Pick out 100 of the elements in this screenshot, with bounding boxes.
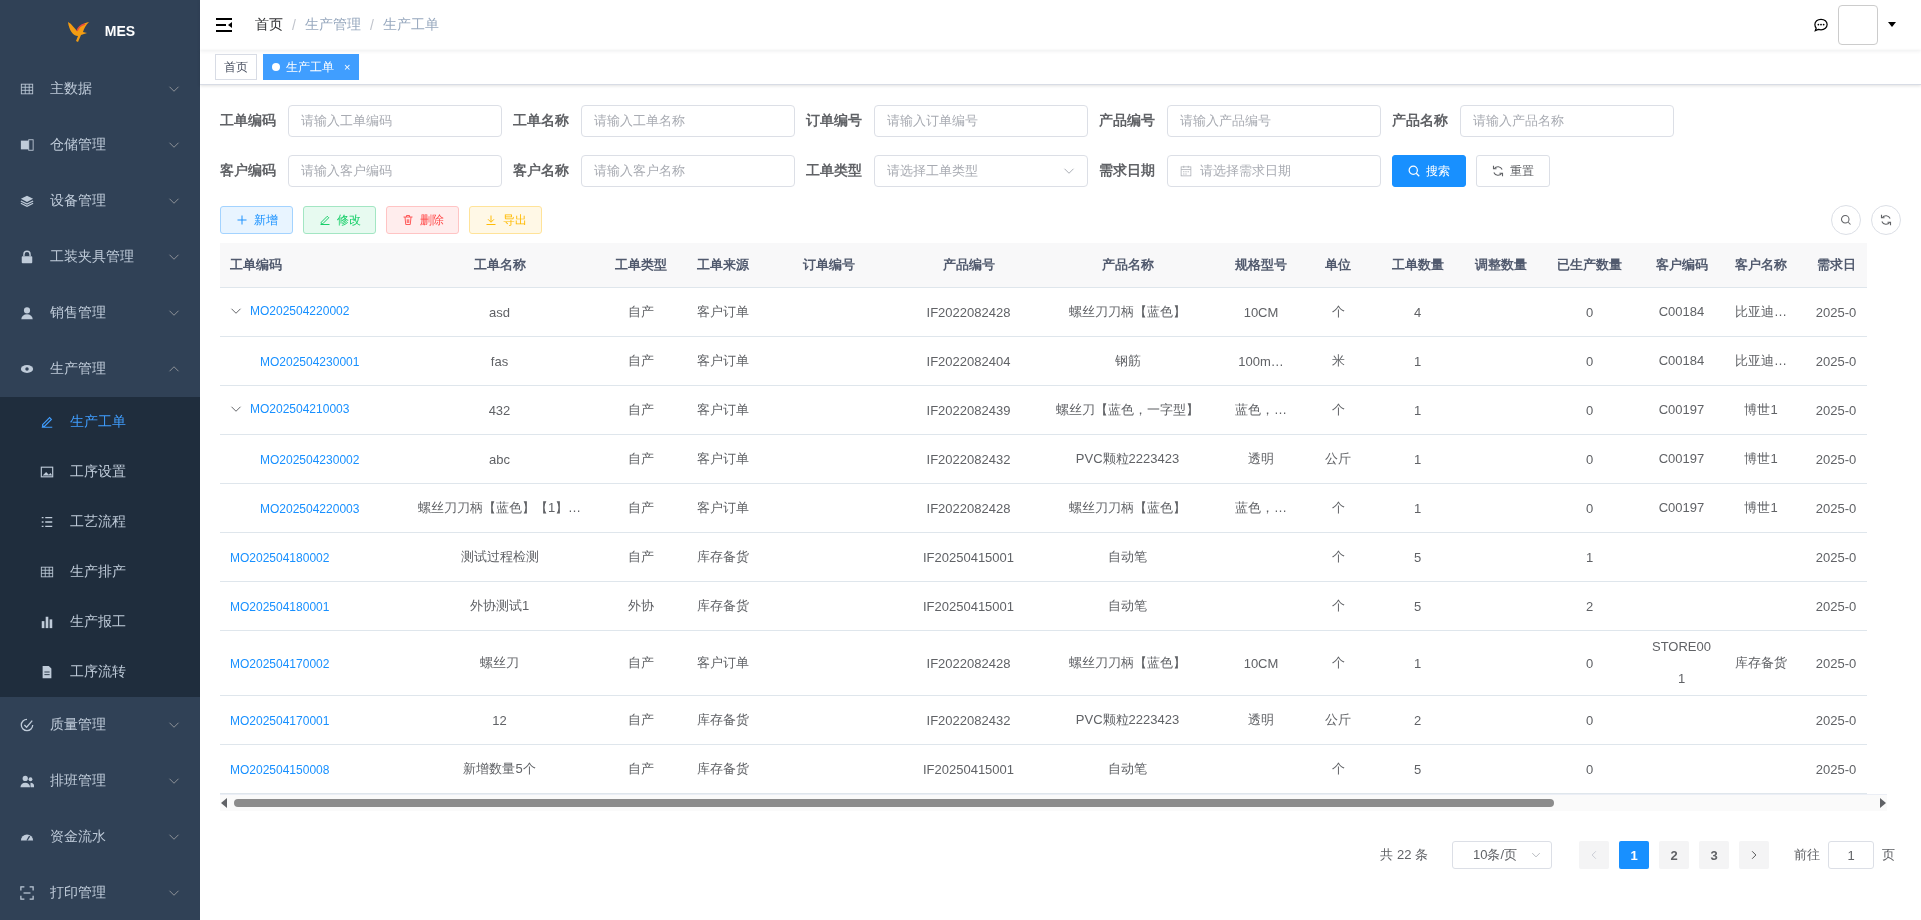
search-toggle-button[interactable] [1831, 205, 1861, 235]
menu-item[interactable]: 主数据 [0, 61, 200, 117]
submenu-item[interactable]: 生产报工 [0, 597, 200, 647]
input-field[interactable]: 请输入客户名称 [581, 155, 795, 187]
table-cell: 2 [1413, 712, 1422, 728]
input-field[interactable]: 请输入工单名称 [581, 105, 795, 137]
table-cell: 个 [1331, 761, 1345, 776]
edit-button[interactable]: 修改 [303, 206, 376, 234]
order-link[interactable]: MO202504210003 [250, 402, 350, 416]
table-cell: 0 [1585, 712, 1594, 728]
table-cell: 自产 [627, 304, 654, 319]
page-size-select[interactable]: 10条/页 [1452, 841, 1552, 869]
column-header: 订单编号 [764, 243, 894, 288]
reset-button[interactable]: 重置 [1476, 155, 1550, 187]
date-field[interactable]: 请选择需求日期 [1167, 155, 1381, 187]
delete-button[interactable]: 删除 [386, 206, 459, 234]
menu-item[interactable]: 工装夹具管理 [0, 229, 200, 285]
field-label: 工单名称 [513, 112, 570, 130]
menu-item[interactable]: 排班管理 [0, 753, 200, 809]
scroll-right-icon[interactable] [1879, 798, 1887, 808]
order-link[interactable]: MO202504170001 [230, 713, 330, 728]
table-cell: 4 [1413, 304, 1422, 320]
input-field[interactable]: 请输入客户编码 [288, 155, 502, 187]
table-cell: 螺丝刀【蓝色，一字型】 [1056, 402, 1199, 417]
chat-icon[interactable] [1814, 18, 1828, 32]
field-label: 工单编码 [220, 112, 277, 130]
table-cell: 螺丝刀刀柄【蓝色】【1】… [417, 500, 582, 515]
table-cell: 蓝色，… [1235, 500, 1287, 515]
table-cell: 自动笔 [1108, 761, 1147, 776]
table-cell: 钢筋 [1114, 353, 1141, 368]
column-header: 需求日 [1805, 243, 1867, 288]
order-link[interactable]: MO202504180002 [230, 550, 330, 565]
table-cell: 0 [1585, 500, 1594, 516]
caret-icon[interactable] [1888, 22, 1896, 28]
table-cell: IF2022082428 [926, 304, 1011, 320]
table-cell: 个 [1331, 304, 1345, 319]
page-number[interactable]: 3 [1699, 841, 1729, 869]
app-title: MES [104, 22, 136, 39]
table-cell: 1 [1413, 353, 1422, 369]
submenu-item[interactable]: 工序设置 [0, 447, 200, 497]
menu-item[interactable]: 资金流水 [0, 809, 200, 865]
table-cell: 2025-0 [1815, 655, 1857, 671]
breadcrumb-link[interactable]: 首页 [255, 16, 283, 34]
input-field[interactable]: 请输入产品编号 [1167, 105, 1381, 137]
column-header: 工单来源 [681, 243, 764, 288]
table-cell: 外协测试1 [469, 598, 530, 613]
input-field[interactable]: 请输入工单编码 [288, 105, 502, 137]
submenu-item[interactable]: 工序流转 [0, 647, 200, 697]
page-input[interactable]: 1 [1828, 841, 1874, 869]
refresh-button[interactable] [1871, 205, 1901, 235]
download-icon [484, 214, 497, 226]
menu-item[interactable]: 质量管理 [0, 697, 200, 753]
order-link[interactable]: MO202504230002 [260, 452, 360, 467]
menu-item[interactable]: 设备管理 [0, 173, 200, 229]
column-header: 工单编码 [220, 243, 399, 288]
order-link[interactable]: MO202504220003 [260, 501, 360, 516]
table-cell: 5 [1413, 598, 1422, 614]
close-icon[interactable]: × [344, 61, 351, 73]
add-button[interactable]: 新增 [220, 206, 293, 234]
horizontal-scrollbar[interactable] [220, 794, 1887, 811]
chevron-icon [1531, 850, 1541, 860]
page-number[interactable]: 2 [1659, 841, 1689, 869]
submenu-item[interactable]: 生产工单 [0, 397, 200, 447]
order-link[interactable]: MO202504220002 [250, 304, 350, 318]
menu-item[interactable]: 销售管理 [0, 285, 200, 341]
table-cell: 米 [1331, 353, 1345, 368]
table-cell: 个 [1331, 655, 1345, 670]
page-number[interactable]: 1 [1619, 841, 1649, 869]
order-link[interactable]: MO202504150008 [230, 762, 330, 777]
table-cell: 2025-0 [1815, 402, 1857, 418]
tab[interactable]: 首页 [215, 54, 257, 80]
submenu-item[interactable]: 工艺流程 [0, 497, 200, 547]
chevron-right-icon [1749, 850, 1759, 860]
total-count: 共 22 条 [1380, 846, 1428, 864]
search-icon [1840, 214, 1852, 226]
search-button[interactable]: 搜索 [1392, 155, 1466, 187]
table-cell: 自产 [627, 549, 654, 564]
table-cell: 0 [1585, 761, 1594, 777]
order-link[interactable]: MO202504170002 [230, 656, 330, 671]
table-cell: 1 [1413, 402, 1422, 418]
scroll-left-icon[interactable] [220, 798, 228, 808]
table-cell: 1 [1413, 500, 1422, 516]
select-field[interactable]: 请选择工单类型 [874, 155, 1088, 187]
menu-item[interactable]: 打印管理 [0, 865, 200, 920]
menu-item[interactable]: 生产管理 [0, 341, 200, 397]
order-link[interactable]: MO202504180001 [230, 599, 330, 614]
table-cell: 库存备货 [696, 598, 749, 613]
table-cell: 10CM [1243, 655, 1279, 671]
table-cell: 螺丝刀刀柄【蓝色】 [1069, 304, 1186, 319]
menu-item[interactable]: 仓储管理 [0, 117, 200, 173]
table-cell: IF20250415001 [922, 761, 1015, 777]
input-field[interactable]: 请输入产品名称 [1460, 105, 1674, 137]
input-field[interactable]: 请输入订单编号 [874, 105, 1088, 137]
field-label: 产品名称 [1392, 112, 1449, 130]
tab[interactable]: 生产工单 × [263, 54, 360, 80]
table-cell: 自动笔 [1108, 549, 1147, 564]
order-link[interactable]: MO202504230001 [260, 354, 360, 369]
table-cell: 2025-0 [1815, 598, 1857, 614]
submenu-item[interactable]: 生产排产 [0, 547, 200, 597]
trash-icon [401, 214, 414, 226]
